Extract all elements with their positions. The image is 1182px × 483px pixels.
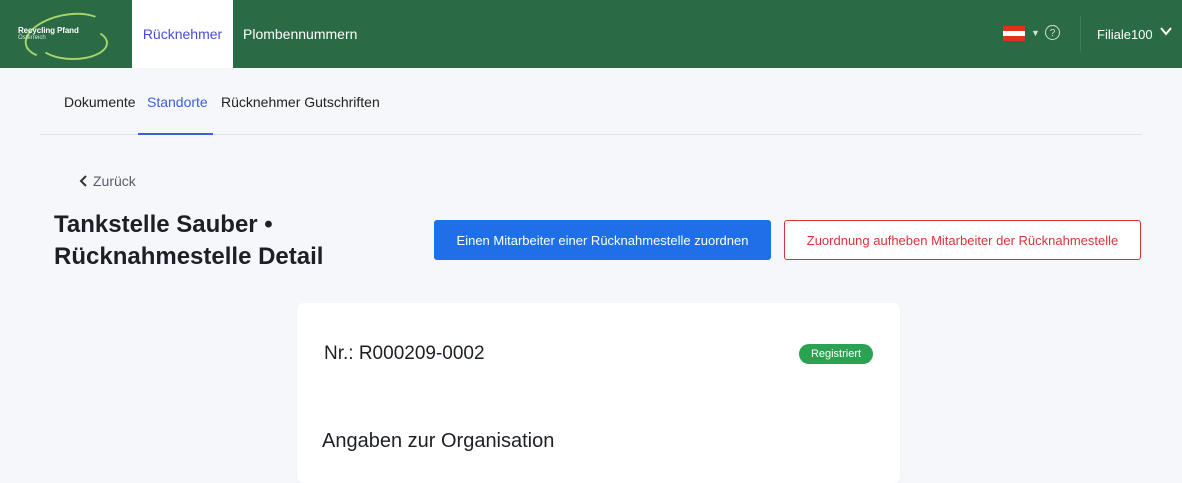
page-title-line2: Rücknahmestelle Detail [54, 243, 324, 270]
language-caret-icon[interactable]: ▼ [1031, 28, 1040, 38]
help-icon[interactable]: ? [1045, 25, 1060, 40]
assign-employee-button[interactable]: Einen Mitarbeiter einer Rücknahmestelle … [434, 220, 771, 260]
unassign-employee-button[interactable]: Zuordnung aufheben Mitarbeiter der Rückn… [784, 220, 1141, 260]
status-badge: Registriert [799, 344, 873, 364]
brand-sub: Österreich [18, 35, 46, 41]
tab-label: Plombennummern [243, 26, 358, 42]
top-bar: Recycling Pfand Österreich Rücknehmer Pl… [0, 0, 1182, 68]
subnav-standorte[interactable]: Standorte [147, 94, 208, 110]
back-label: Zurück [93, 173, 136, 189]
detail-card: Nr.: R000209-0002 Registriert Angaben zu… [297, 303, 900, 483]
top-divider [1080, 16, 1081, 52]
tab-ruecknehmer[interactable]: Rücknehmer [132, 0, 233, 68]
section-title-organisation: Angaben zur Organisation [322, 430, 555, 452]
user-menu-label[interactable]: Filiale100 [1097, 27, 1153, 42]
subnav-dokumente[interactable]: Dokumente [64, 94, 136, 110]
tab-label: Rücknehmer [142, 26, 223, 42]
tab-plombennummern[interactable]: Plombennummern [233, 0, 363, 68]
page-title: Tankstelle Sauber • Rücknahmestelle Deta… [54, 209, 384, 273]
subnav-active-indicator [138, 133, 213, 135]
subnav-ruecknehmer-gutschriften[interactable]: Rücknehmer Gutschriften [221, 94, 380, 110]
austria-flag-icon[interactable] [1003, 26, 1025, 41]
location-number: Nr.: R000209-0002 [324, 343, 485, 364]
brand-logo[interactable]: Recycling Pfand Österreich [10, 5, 112, 67]
page-title-line1: Tankstelle Sauber • [54, 211, 273, 238]
back-link[interactable]: Zurück [77, 173, 136, 189]
chevron-left-icon [79, 175, 87, 187]
chevron-down-icon[interactable] [1159, 24, 1173, 38]
brand-name: Recycling Pfand [18, 26, 79, 35]
